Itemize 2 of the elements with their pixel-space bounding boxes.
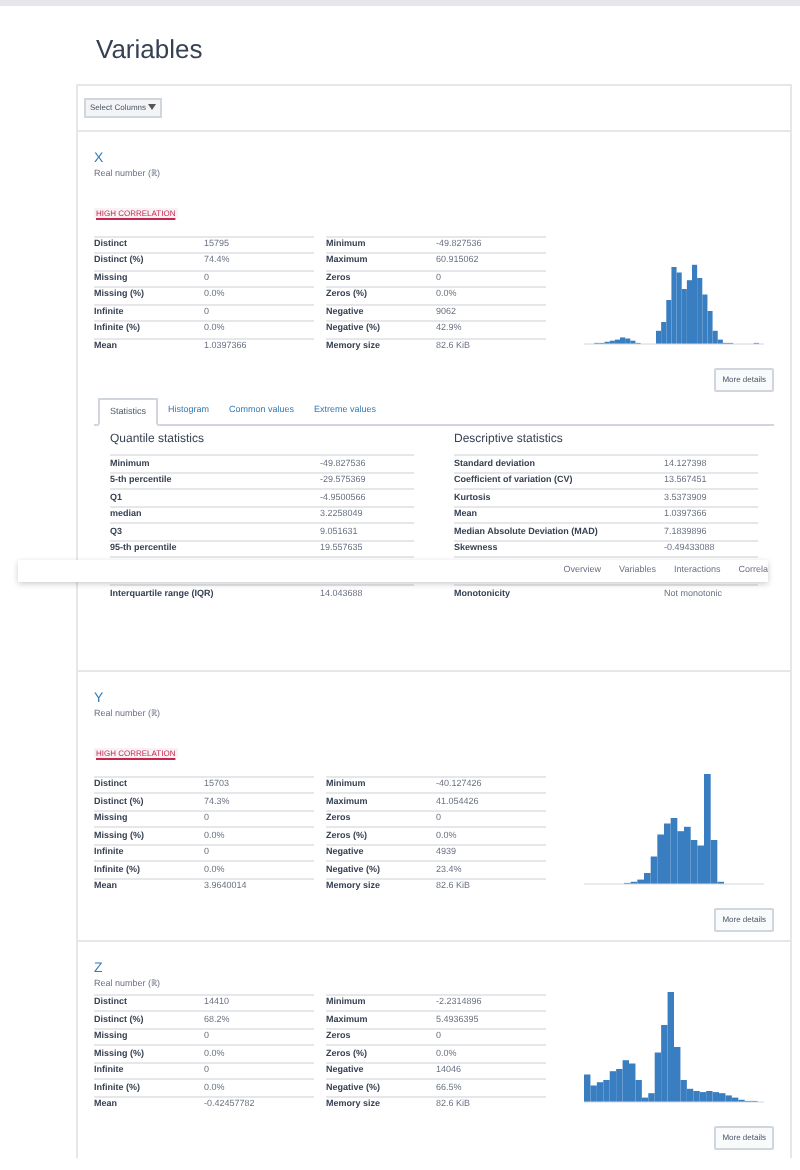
caret-icon bbox=[148, 104, 157, 110]
page-title: Variables bbox=[94, 32, 203, 68]
